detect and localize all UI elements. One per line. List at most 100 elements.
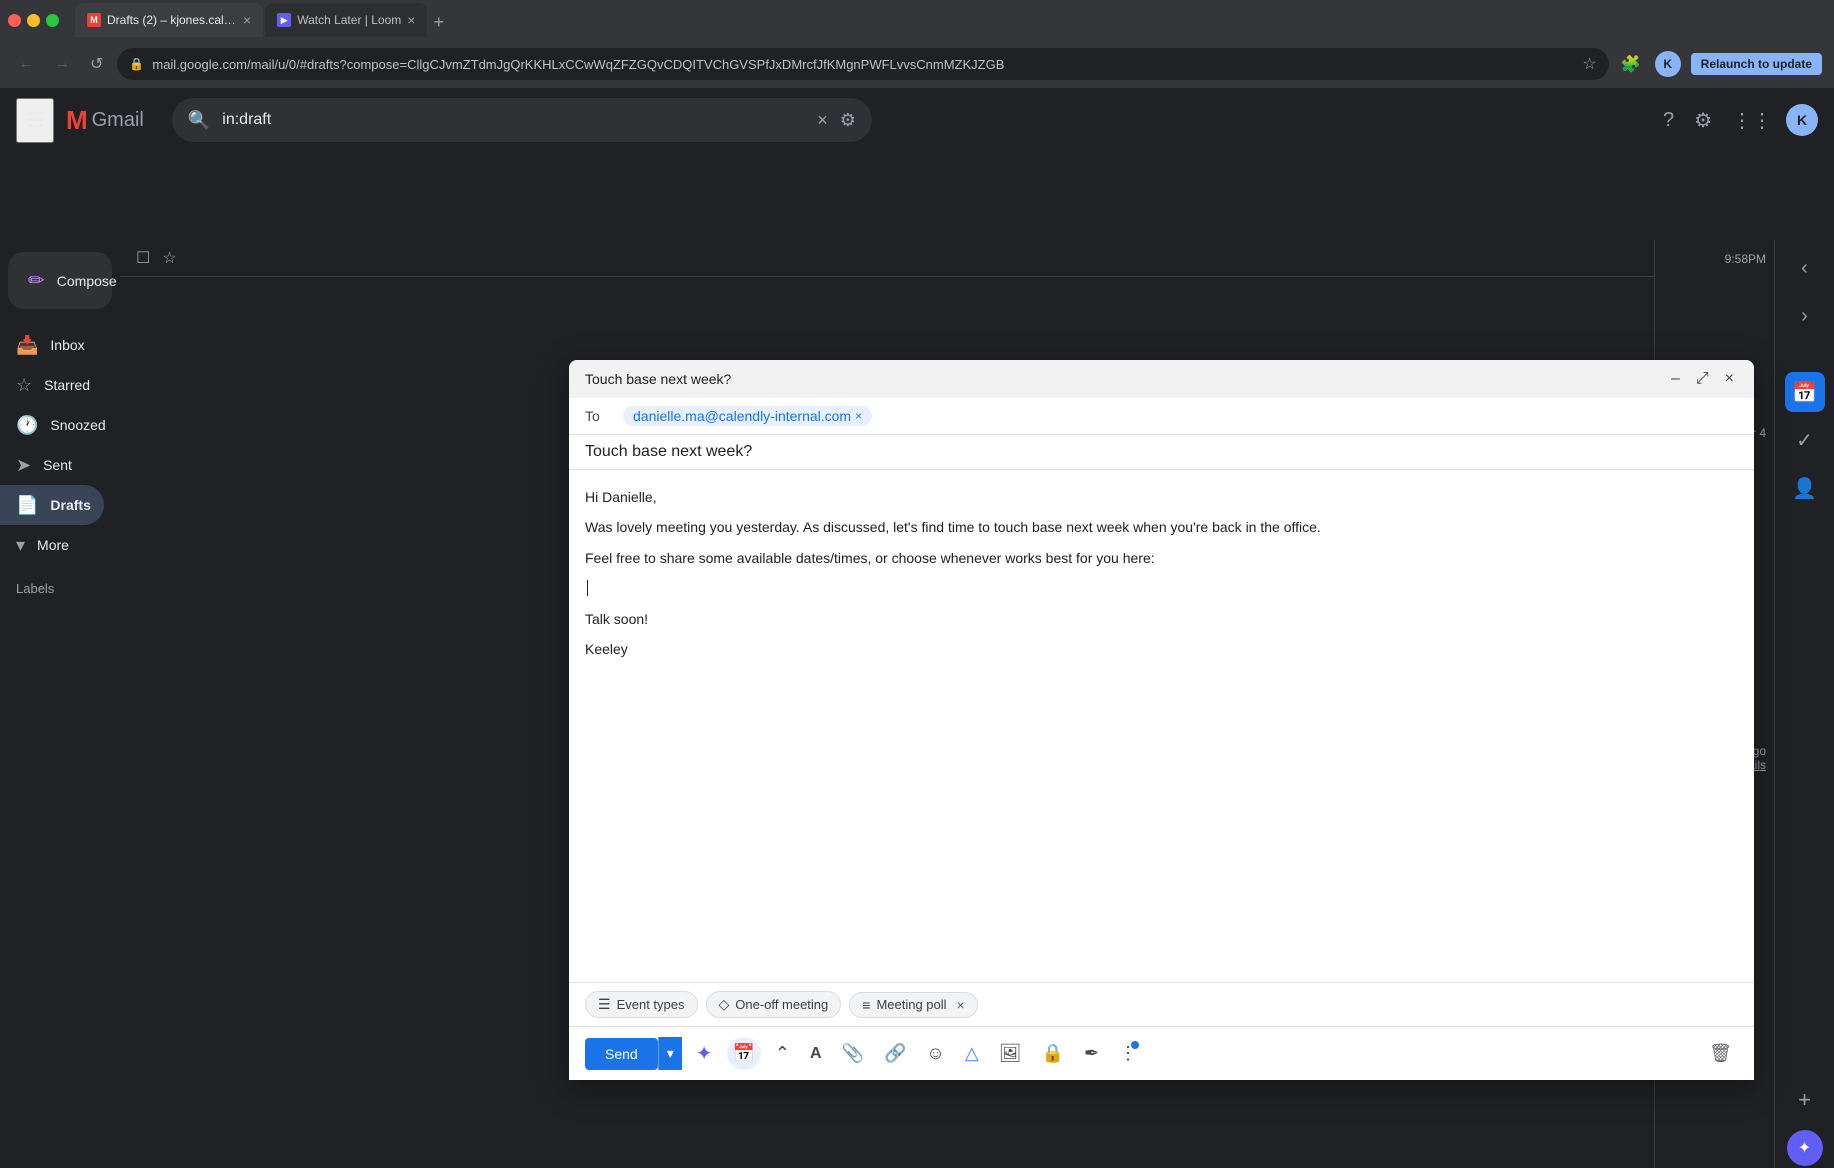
compose-subject-input[interactable] xyxy=(585,443,1738,461)
body-sign-off: Talk soon! xyxy=(585,608,1738,630)
expand-icon-button[interactable]: ⌃ xyxy=(769,1037,796,1070)
sidebar-label-more: More xyxy=(37,537,69,553)
one-off-icon: ◇ xyxy=(719,996,730,1013)
inbox-icon: 📥 xyxy=(16,335,38,356)
hamburger-menu-button[interactable]: ☰ xyxy=(16,98,54,143)
traffic-lights xyxy=(8,14,59,27)
signature-button[interactable]: ✒ xyxy=(1078,1037,1105,1070)
compose-fullscreen-button[interactable]: ⤢ xyxy=(1692,368,1713,390)
sidebar-item-snoozed[interactable]: 🕐 Snoozed xyxy=(0,405,104,445)
browser-tab-loom[interactable]: ▶ Watch Later | Loom × xyxy=(265,3,427,37)
settings-icon[interactable]: ⚙ xyxy=(1688,102,1718,139)
sidebar-item-sent[interactable]: ➤ Sent xyxy=(0,445,104,485)
scheduling-icon-button[interactable]: 📅 xyxy=(727,1037,761,1070)
confidential-button[interactable]: 🔒 xyxy=(1036,1037,1070,1070)
right-panel-add-icon[interactable]: + xyxy=(1785,1080,1825,1120)
sidebar-item-more[interactable]: ▾ More xyxy=(0,525,104,565)
delete-draft-button[interactable]: 🗑 xyxy=(1703,1037,1738,1070)
loom-tab-close-icon[interactable]: × xyxy=(407,12,415,28)
right-panel-contacts-icon[interactable]: 👤 xyxy=(1785,468,1825,508)
right-panel-calendar-icon[interactable]: 📅 xyxy=(1785,372,1825,412)
minimize-window-button[interactable] xyxy=(27,14,40,27)
labels-heading: Labels xyxy=(0,565,120,600)
sidebar-label-drafts: Drafts xyxy=(50,497,90,513)
sidebar-label-inbox: Inbox xyxy=(50,337,84,353)
photo-button[interactable]: 🖼 xyxy=(993,1037,1028,1070)
compose-controls: – ⤢ × xyxy=(1667,368,1738,390)
help-icon[interactable]: ? xyxy=(1657,103,1680,138)
browser-tabs: M Drafts (2) – kjones.calendly... × ▶ Wa… xyxy=(75,3,448,37)
profile-avatar[interactable]: K xyxy=(1655,51,1681,77)
event-types-icon: ☰ xyxy=(598,996,611,1013)
compose-close-button[interactable]: × xyxy=(1721,368,1738,390)
sidebar-item-starred[interactable]: ☆ Starred xyxy=(0,365,104,405)
sidebar-item-drafts[interactable]: 📄 Drafts xyxy=(0,485,104,525)
back-button[interactable]: ← xyxy=(12,51,40,77)
new-tab-button[interactable]: + xyxy=(429,8,448,37)
apps-icon[interactable]: ⋮⋮ xyxy=(1726,102,1778,139)
user-avatar[interactable]: K xyxy=(1786,104,1818,136)
send-button[interactable]: Send xyxy=(585,1038,658,1070)
relaunch-button[interactable]: Relaunch to update xyxy=(1691,53,1822,75)
email-entry[interactable]: ☐ ☆ xyxy=(120,240,1654,277)
calendly-fab-icon[interactable]: ✦ xyxy=(1787,1130,1823,1166)
compose-button[interactable]: ✏ Compose xyxy=(8,252,112,309)
search-input[interactable]: in:draft xyxy=(222,111,805,129)
body-greeting: Hi Danielle, xyxy=(585,486,1738,508)
link-button[interactable]: 🔗 xyxy=(878,1037,912,1070)
send-dropdown-button[interactable]: ▾ xyxy=(658,1037,682,1070)
header-right: ? ⚙ ⋮⋮ K xyxy=(1657,102,1818,139)
body-paragraph1: Was lovely meeting you yesterday. As dis… xyxy=(585,516,1738,538)
compose-modal-title: Touch base next week? xyxy=(585,371,731,387)
bookmark-icon[interactable]: ☆ xyxy=(1582,54,1596,74)
more-options-button[interactable]: ⋮ xyxy=(1113,1037,1143,1070)
calendly-toolbar-icon[interactable]: ✦ xyxy=(690,1035,719,1072)
refresh-button[interactable]: ↺ xyxy=(84,50,109,78)
search-clear-icon[interactable]: × xyxy=(817,110,828,131)
calendly-tab-one-off[interactable]: ◇ One-off meeting xyxy=(706,991,842,1018)
meeting-poll-label: Meeting poll xyxy=(876,997,946,1012)
starred-icon: ☆ xyxy=(16,375,32,396)
close-window-button[interactable] xyxy=(8,14,21,27)
browser-tab-gmail[interactable]: M Drafts (2) – kjones.calendly... × xyxy=(75,3,263,37)
fullscreen-window-button[interactable] xyxy=(46,14,59,27)
address-bar[interactable]: 🔒 mail.google.com/mail/u/0/#drafts?compo… xyxy=(117,48,1608,80)
profile-icon[interactable]: K xyxy=(1651,47,1685,81)
sidebar: ✏ Compose 📥 Inbox ☆ Starred 🕐 Snoozed ➤ … xyxy=(0,240,120,1168)
formatting-button[interactable]: A xyxy=(804,1039,828,1069)
gmail-favicon-icon: M xyxy=(87,13,101,27)
attach-button[interactable]: 📎 xyxy=(836,1037,870,1070)
event-types-label: Event types xyxy=(617,997,685,1012)
gmail-tab-close-icon[interactable]: × xyxy=(243,12,251,28)
gmail-logo-text: Gmail xyxy=(92,109,144,132)
to-chip-close-icon[interactable]: × xyxy=(855,409,862,423)
sidebar-item-inbox[interactable]: 📥 Inbox xyxy=(0,325,104,365)
emoji-button[interactable]: ☺ xyxy=(920,1037,950,1070)
gmail-header: ☰ M Gmail 🔍 in:draft × ⚙ ? ⚙ ⋮⋮ K xyxy=(0,88,1834,152)
compose-to-chip[interactable]: danielle.ma@calendly-internal.com × xyxy=(623,406,872,426)
calendly-tab-meeting-poll[interactable]: ≡ Meeting poll × xyxy=(849,992,977,1018)
compose-minimize-button[interactable]: – xyxy=(1667,368,1684,390)
star-entry-icon[interactable]: ☆ xyxy=(162,248,176,268)
right-panel-chevron-right-icon[interactable]: › xyxy=(1785,296,1825,336)
compose-pen-icon: ✏ xyxy=(28,268,45,293)
drive-button[interactable]: △ xyxy=(959,1037,985,1070)
gmail-logo: M Gmail xyxy=(66,105,144,136)
right-icon-panel: ‹ › 📅 ✓ 👤 + ✦ xyxy=(1774,240,1834,1168)
right-panel-chevron-left-icon[interactable]: ‹ xyxy=(1785,248,1825,288)
search-filter-icon[interactable]: ⚙ xyxy=(840,110,856,131)
search-bar[interactable]: 🔍 in:draft × ⚙ xyxy=(172,98,872,142)
sidebar-label-sent: Sent xyxy=(43,457,72,473)
calendly-toolbar-close-icon[interactable]: × xyxy=(957,997,965,1013)
extensions-icon[interactable]: 🧩 xyxy=(1617,50,1645,78)
forward-button[interactable]: → xyxy=(48,51,76,77)
checkbox-icon[interactable]: ☐ xyxy=(136,248,150,268)
compose-body[interactable]: Hi Danielle, Was lovely meeting you yest… xyxy=(569,470,1754,982)
to-field-label: To xyxy=(585,408,615,424)
browser-actions: 🧩 K Relaunch to update xyxy=(1617,47,1822,81)
time-label: 9:58PM xyxy=(1663,252,1766,266)
right-panel-tasks-icon[interactable]: ✓ xyxy=(1785,420,1825,460)
calendly-tab-event-types[interactable]: ☰ Event types xyxy=(585,991,698,1018)
one-off-label: One-off meeting xyxy=(735,997,828,1012)
sent-icon: ➤ xyxy=(16,455,31,476)
